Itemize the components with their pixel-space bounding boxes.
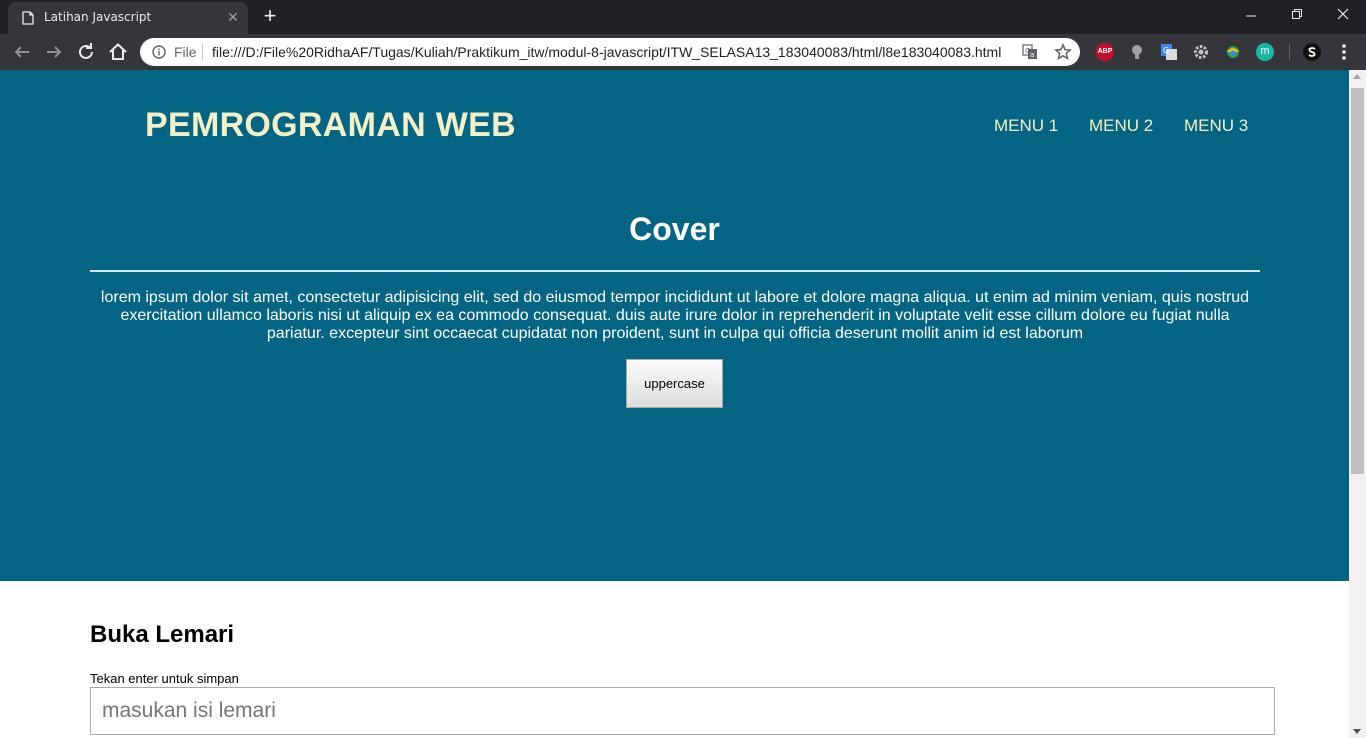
nav-menu-2[interactable]: MENU 2: [1089, 116, 1153, 136]
browser-tab-strip: Latihan Javascript ✕ +: [0, 0, 1366, 34]
page-favicon-icon: [22, 11, 34, 25]
restore-window-button[interactable]: [1274, 0, 1320, 30]
back-button[interactable]: [10, 40, 34, 64]
cover-title: Cover: [629, 211, 720, 247]
nav-menu-1[interactable]: MENU 1: [994, 116, 1058, 136]
arrow-right-icon: [47, 46, 62, 58]
uppercase-button[interactable]: uppercase: [626, 359, 723, 408]
minimize-icon: [1246, 15, 1256, 17]
address-bar[interactable]: File file:///D:/File%20RidhaAF/Tugas/Kul…: [140, 38, 1080, 66]
address-scheme-label: File: [174, 44, 197, 60]
browser-tab[interactable]: Latihan Javascript ✕: [8, 2, 248, 34]
cover-paragraph: lorem ipsum dolor sit amet, consectetur …: [100, 289, 1250, 342]
site-brand[interactable]: PEMROGRAMAN WEB: [145, 106, 516, 145]
minimize-window-button[interactable]: [1228, 0, 1274, 30]
translate-icon[interactable]: G a: [1022, 44, 1038, 60]
address-url[interactable]: file:///D:/File%20RidhaAF/Tugas/Kuliah/P…: [212, 44, 1002, 60]
nav-menu-3[interactable]: MENU 3: [1184, 116, 1248, 136]
vertical-scrollbar[interactable]: [1349, 70, 1366, 738]
tab-close-icon[interactable]: ✕: [226, 10, 240, 24]
adblock-plus-icon[interactable]: ABP: [1096, 43, 1114, 61]
lemari-hint: Tekan enter untuk simpan: [90, 671, 239, 686]
hero-section: PEMROGRAMAN WEB MENU 1 MENU 2 MENU 3 Cov…: [0, 70, 1349, 581]
m-extension-icon[interactable]: m: [1256, 43, 1274, 61]
scroll-up-arrow-icon[interactable]: [1353, 74, 1361, 79]
close-window-button[interactable]: [1320, 0, 1366, 30]
cover-divider: [90, 270, 1260, 272]
adblock-plus-label: ABP: [1097, 48, 1113, 55]
reload-icon: [79, 43, 93, 59]
colorful-extension-icon[interactable]: [1224, 43, 1242, 61]
google-translate-extension-icon[interactable]: G: [1160, 43, 1178, 61]
home-button[interactable]: [106, 40, 130, 64]
gear-extension-icon[interactable]: [1192, 43, 1210, 61]
info-icon[interactable]: [152, 45, 166, 59]
close-icon: [1337, 8, 1349, 20]
lemari-title: Buka Lemari: [90, 621, 235, 648]
m-extension-label: m: [1260, 45, 1270, 57]
address-separator: [202, 44, 203, 60]
lightbulb-extension-icon[interactable]: [1128, 43, 1146, 61]
scrollbar-thumb[interactable]: [1351, 88, 1364, 474]
bookmark-star-icon[interactable]: [1054, 43, 1072, 61]
tab-title: Latihan Javascript: [44, 10, 152, 24]
forward-button[interactable]: [42, 40, 66, 64]
lemari-input[interactable]: [90, 687, 1275, 735]
s-extension-icon[interactable]: [1303, 43, 1321, 61]
new-tab-button[interactable]: +: [258, 5, 282, 29]
home-icon: [109, 43, 127, 60]
scroll-down-arrow-icon[interactable]: [1353, 729, 1361, 734]
arrow-left-icon: [14, 46, 29, 58]
browser-toolbar: File file:///D:/File%20RidhaAF/Tugas/Kul…: [0, 34, 1366, 70]
toolbar-separator: [1289, 44, 1290, 60]
reload-button[interactable]: [74, 40, 98, 64]
restore-icon: [1292, 9, 1302, 19]
svg-text:G: G: [1163, 46, 1169, 55]
svg-text:a: a: [1030, 51, 1034, 59]
page-viewport: PEMROGRAMAN WEB MENU 1 MENU 2 MENU 3 Cov…: [0, 70, 1349, 738]
browser-menu-icon[interactable]: [1336, 42, 1352, 62]
